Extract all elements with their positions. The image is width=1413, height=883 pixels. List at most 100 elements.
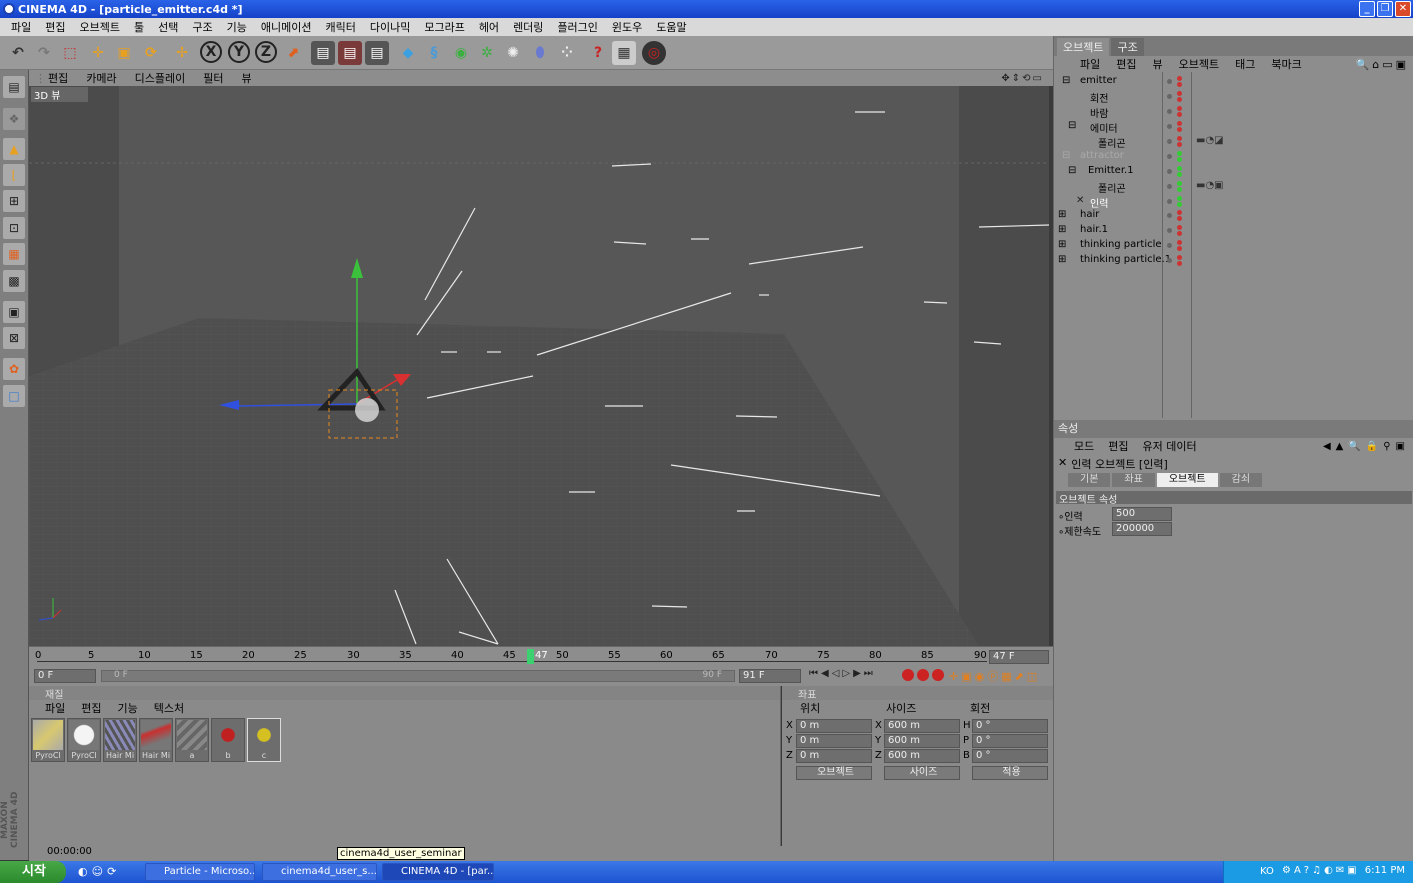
- nurbs-icon[interactable]: ◉: [449, 41, 473, 65]
- tab-structure[interactable]: 구조: [1111, 38, 1144, 56]
- object-row-attraction-selected[interactable]: ✕ 인력: [1054, 194, 1413, 210]
- viewport-menu-camera[interactable]: 카메라: [77, 70, 125, 86]
- material-menu-edit[interactable]: 편집: [81, 700, 117, 716]
- size-mode-select[interactable]: 사이즈: [884, 766, 960, 780]
- start-frame-field[interactable]: 0 F: [34, 669, 96, 683]
- attr-tab-basic[interactable]: 기본: [1068, 473, 1111, 487]
- material-swatch[interactable]: a: [175, 718, 209, 762]
- material-menu-texture[interactable]: 텍스처: [154, 700, 200, 716]
- menu-edit[interactable]: 편집: [38, 19, 72, 35]
- maximize-button[interactable]: ❐: [1377, 1, 1393, 17]
- attr-menu-userdata[interactable]: 유저 데이터: [1143, 438, 1211, 454]
- material-swatch[interactable]: Hair Mi: [139, 718, 173, 762]
- object-row-emitter-child[interactable]: ⊟ 에미터: [1054, 119, 1413, 135]
- menu-selection[interactable]: 선택: [151, 19, 185, 35]
- rotation-p-field[interactable]: 0 °: [972, 734, 1048, 748]
- attr-tab-object[interactable]: 오브젝트: [1156, 473, 1218, 487]
- keyframe-selection-icon[interactable]: [932, 669, 944, 681]
- web-icon[interactable]: ◎: [642, 41, 666, 65]
- record-icon[interactable]: [902, 669, 914, 681]
- timeline-ruler[interactable]: 0 5 10 15 20 25 30 35 40 45 50 55 60 65 …: [29, 646, 1053, 666]
- particle-icon[interactable]: ⁘: [555, 41, 579, 65]
- menu-character[interactable]: 캐릭터: [318, 19, 362, 35]
- quicklaunch-icons[interactable]: ◐☺⟳: [78, 865, 120, 878]
- position-y-field[interactable]: 0 m: [796, 734, 872, 748]
- object-menu-file[interactable]: 파일: [1080, 56, 1116, 72]
- spline-icon[interactable]: §: [422, 41, 446, 65]
- view-layout-icon[interactable]: ▤: [3, 76, 25, 98]
- make-editable-icon[interactable]: ❖: [3, 108, 25, 130]
- viewport-menu-display[interactable]: 디스플레이: [126, 70, 195, 86]
- object-row-hair[interactable]: ⊞ hair: [1054, 208, 1413, 223]
- uv-mode-icon[interactable]: □: [3, 385, 25, 407]
- object-menu-bookmarks[interactable]: 북마크: [1271, 56, 1317, 72]
- object-menu-view[interactable]: 뷰: [1153, 56, 1179, 72]
- object-menu-tags[interactable]: 태그: [1235, 56, 1271, 72]
- points-mode-icon[interactable]: ⊡: [3, 217, 25, 239]
- object-row-rotation[interactable]: 회전: [1054, 89, 1413, 105]
- object-menu-edit[interactable]: 편집: [1116, 56, 1152, 72]
- attr-tab-coord[interactable]: 좌표: [1112, 473, 1155, 487]
- render-picture-viewer-icon[interactable]: ▤: [338, 41, 362, 65]
- object-axis-mode-icon[interactable]: ⌊: [3, 164, 25, 186]
- 3d-viewport[interactable]: 3D 뷰: [29, 86, 1049, 646]
- menu-plugins[interactable]: 플러그인: [550, 19, 604, 35]
- menu-object[interactable]: 오브젝트: [73, 19, 127, 35]
- viewport-menu-edit[interactable]: 편집: [39, 70, 77, 86]
- task-particle-word[interactable]: Particle - Microso...: [145, 863, 255, 881]
- position-x-field[interactable]: 0 m: [796, 719, 872, 733]
- object-row-emitter1[interactable]: ⊟ Emitter.1: [1054, 164, 1413, 179]
- attr-menu-mode[interactable]: 모드: [1074, 438, 1108, 454]
- attr-strength-field[interactable]: 500: [1112, 507, 1172, 521]
- position-z-field[interactable]: 0 m: [796, 749, 872, 763]
- redo-icon[interactable]: ↷: [32, 41, 56, 65]
- viewport-menu-filter[interactable]: 필터: [194, 70, 232, 86]
- workplane-icon[interactable]: ▣: [3, 301, 25, 323]
- object-row-wind[interactable]: 바람: [1054, 104, 1413, 120]
- material-swatch[interactable]: b: [211, 718, 245, 762]
- range-slider[interactable]: 0 F 90 F: [101, 670, 735, 682]
- playhead-marker[interactable]: [527, 649, 534, 664]
- size-x-field[interactable]: 600 m: [884, 719, 960, 733]
- attr-speed-limit-field[interactable]: 200000: [1112, 522, 1172, 536]
- cube-primitive-icon[interactable]: ◆: [396, 41, 420, 65]
- move-icon[interactable]: ✛: [86, 41, 110, 65]
- render-view-icon[interactable]: ▤: [311, 41, 335, 65]
- rotation-h-field[interactable]: 0 °: [972, 719, 1048, 733]
- menu-structure[interactable]: 구조: [185, 19, 219, 35]
- menu-functions[interactable]: 기능: [220, 19, 254, 35]
- object-row-polygon[interactable]: 폴리곤 ▬◔◪: [1054, 134, 1413, 150]
- coordinate-mode-select[interactable]: 오브젝트: [796, 766, 872, 780]
- viewport-menu-view[interactable]: 뷰: [232, 70, 260, 86]
- menu-tools[interactable]: 툴: [127, 19, 151, 35]
- menu-help[interactable]: 도움말: [649, 19, 693, 35]
- material-menu-functions[interactable]: 기능: [118, 700, 154, 716]
- task-cinema4d[interactable]: CINEMA 4D - [par...: [382, 863, 494, 881]
- array-icon[interactable]: ✲: [475, 41, 499, 65]
- scale-icon[interactable]: ▣: [112, 41, 136, 65]
- task-explorer-folder[interactable]: cinema4d_user_s...: [262, 863, 377, 881]
- z-axis-lock-icon[interactable]: Z: [255, 41, 277, 63]
- coordinate-system-icon[interactable]: ⬈: [281, 41, 305, 65]
- x-axis-lock-icon[interactable]: X: [200, 41, 222, 63]
- undo-icon[interactable]: ↶: [6, 41, 30, 65]
- scene-icon[interactable]: ✺: [501, 41, 525, 65]
- minimize-button[interactable]: _: [1359, 1, 1375, 17]
- deformer-icon[interactable]: ⬮: [528, 41, 552, 65]
- render-settings-icon[interactable]: ▤: [365, 41, 389, 65]
- calculator-icon[interactable]: ▦: [612, 41, 636, 65]
- start-button[interactable]: 시작: [0, 861, 66, 883]
- tag-icons[interactable]: ▬◔◪: [1196, 135, 1224, 146]
- object-row-hair1[interactable]: ⊞ hair.1: [1054, 223, 1413, 238]
- size-y-field[interactable]: 600 m: [884, 734, 960, 748]
- attr-menu-edit[interactable]: 편집: [1108, 438, 1142, 454]
- menu-window[interactable]: 윈도우: [605, 19, 649, 35]
- object-manager-tools-icons[interactable]: 🔍⌂▭▣: [1356, 58, 1413, 71]
- object-menu-objects[interactable]: 오브젝트: [1179, 56, 1235, 72]
- close-button[interactable]: ✕: [1395, 1, 1411, 17]
- material-swatch[interactable]: c: [247, 718, 281, 762]
- end-frame-field[interactable]: 91 F: [739, 669, 801, 683]
- live-selection-icon[interactable]: ⬚: [58, 41, 82, 65]
- autokey-icon[interactable]: [917, 669, 929, 681]
- tray-icons[interactable]: ⚙A?♫◐✉▣: [1282, 865, 1360, 876]
